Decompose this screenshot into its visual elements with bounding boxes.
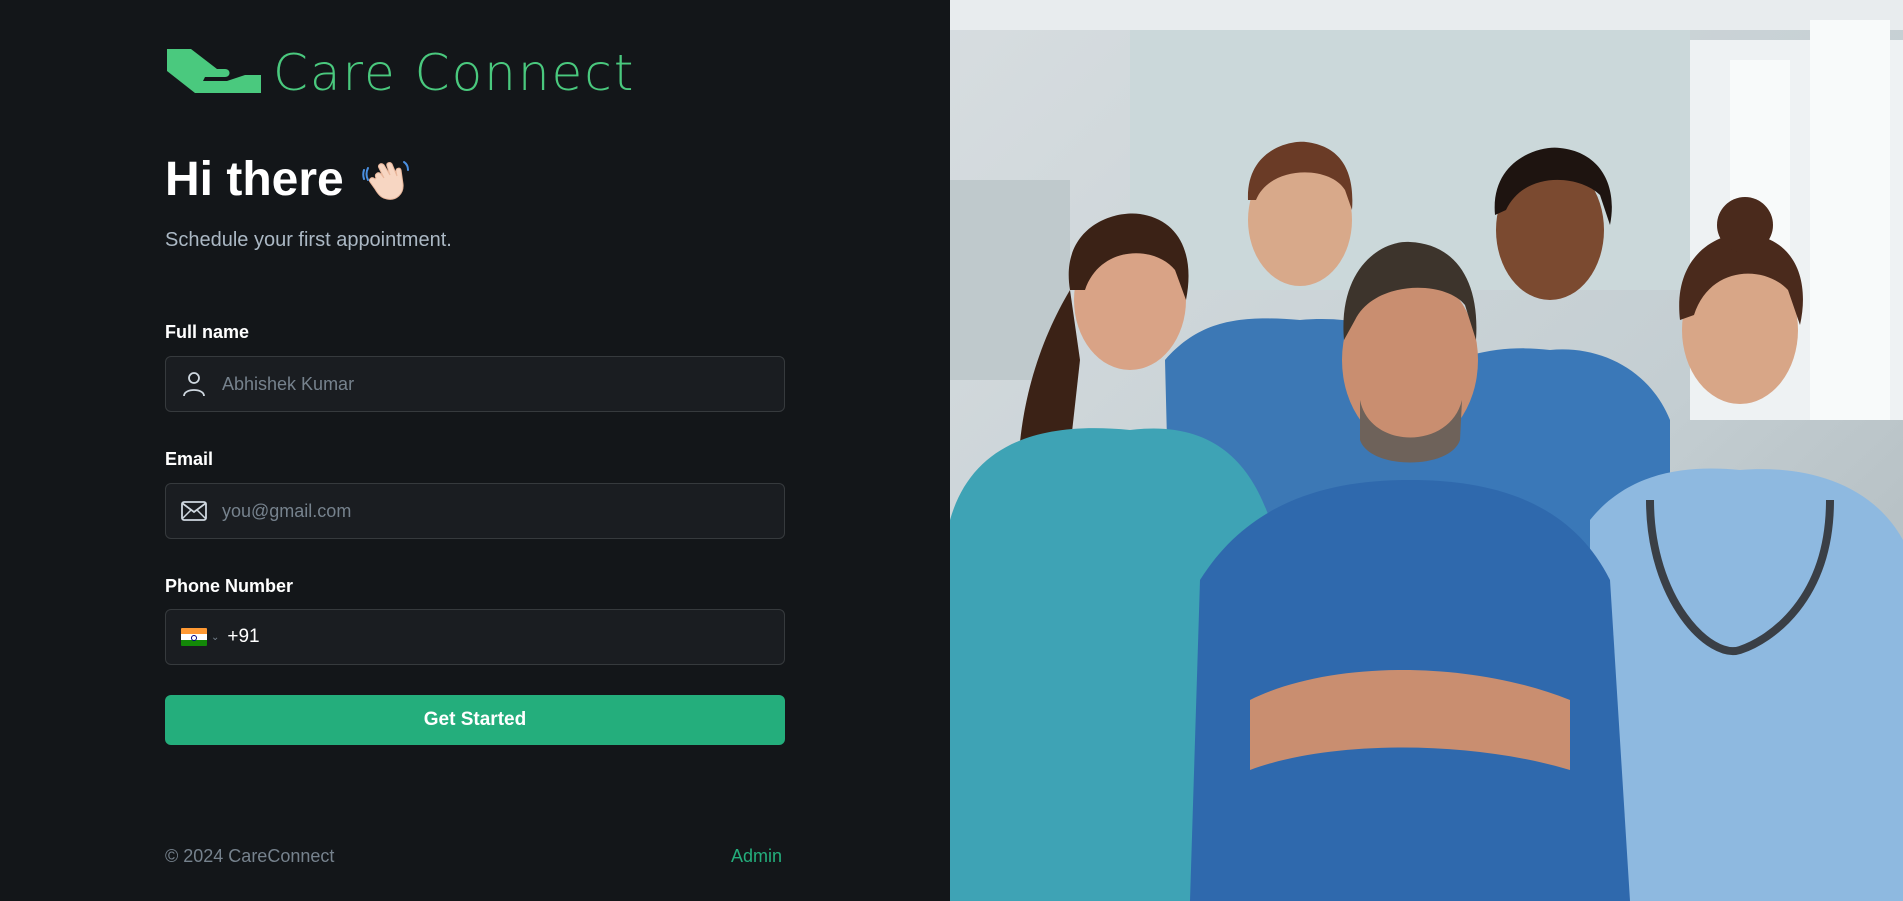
email-label: Email [165, 449, 214, 469]
phone-input[interactable] [259, 610, 784, 664]
email-field[interactable] [165, 483, 785, 539]
full-name-field[interactable] [165, 356, 785, 412]
full-name-input[interactable] [222, 357, 784, 411]
page-subtitle: Schedule your first appointment. [165, 229, 452, 251]
waving-hand-icon [361, 160, 409, 200]
phone-field[interactable]: ⌄ +91 [165, 609, 785, 665]
mail-icon [166, 483, 222, 539]
page-title: Hi there [165, 152, 410, 207]
medical-staff-photo [950, 0, 1903, 901]
title-text: Hi there [165, 153, 344, 206]
admin-link[interactable]: Admin [731, 846, 782, 867]
phone-label: Phone Number [165, 576, 294, 596]
copyright-text: © 2024 CareConnect [165, 846, 335, 866]
onboarding-panel: Care Connect Hi there Schedule your firs… [0, 0, 950, 901]
chevron-down-icon: ⌄ [211, 631, 220, 643]
brand-logo: Care Connect [165, 44, 635, 102]
user-icon [166, 356, 222, 412]
email-input[interactable] [222, 484, 784, 538]
get-started-button[interactable]: Get Started [165, 695, 785, 745]
full-name-label: Full name [165, 322, 250, 342]
india-flag-icon [181, 628, 207, 646]
hand-logo-icon [167, 49, 261, 93]
photo-illustration [950, 0, 1903, 901]
phone-country-code: +91 [227, 626, 260, 647]
brand-name: Care Connect [273, 44, 636, 102]
country-selector[interactable]: ⌄ [166, 628, 219, 646]
